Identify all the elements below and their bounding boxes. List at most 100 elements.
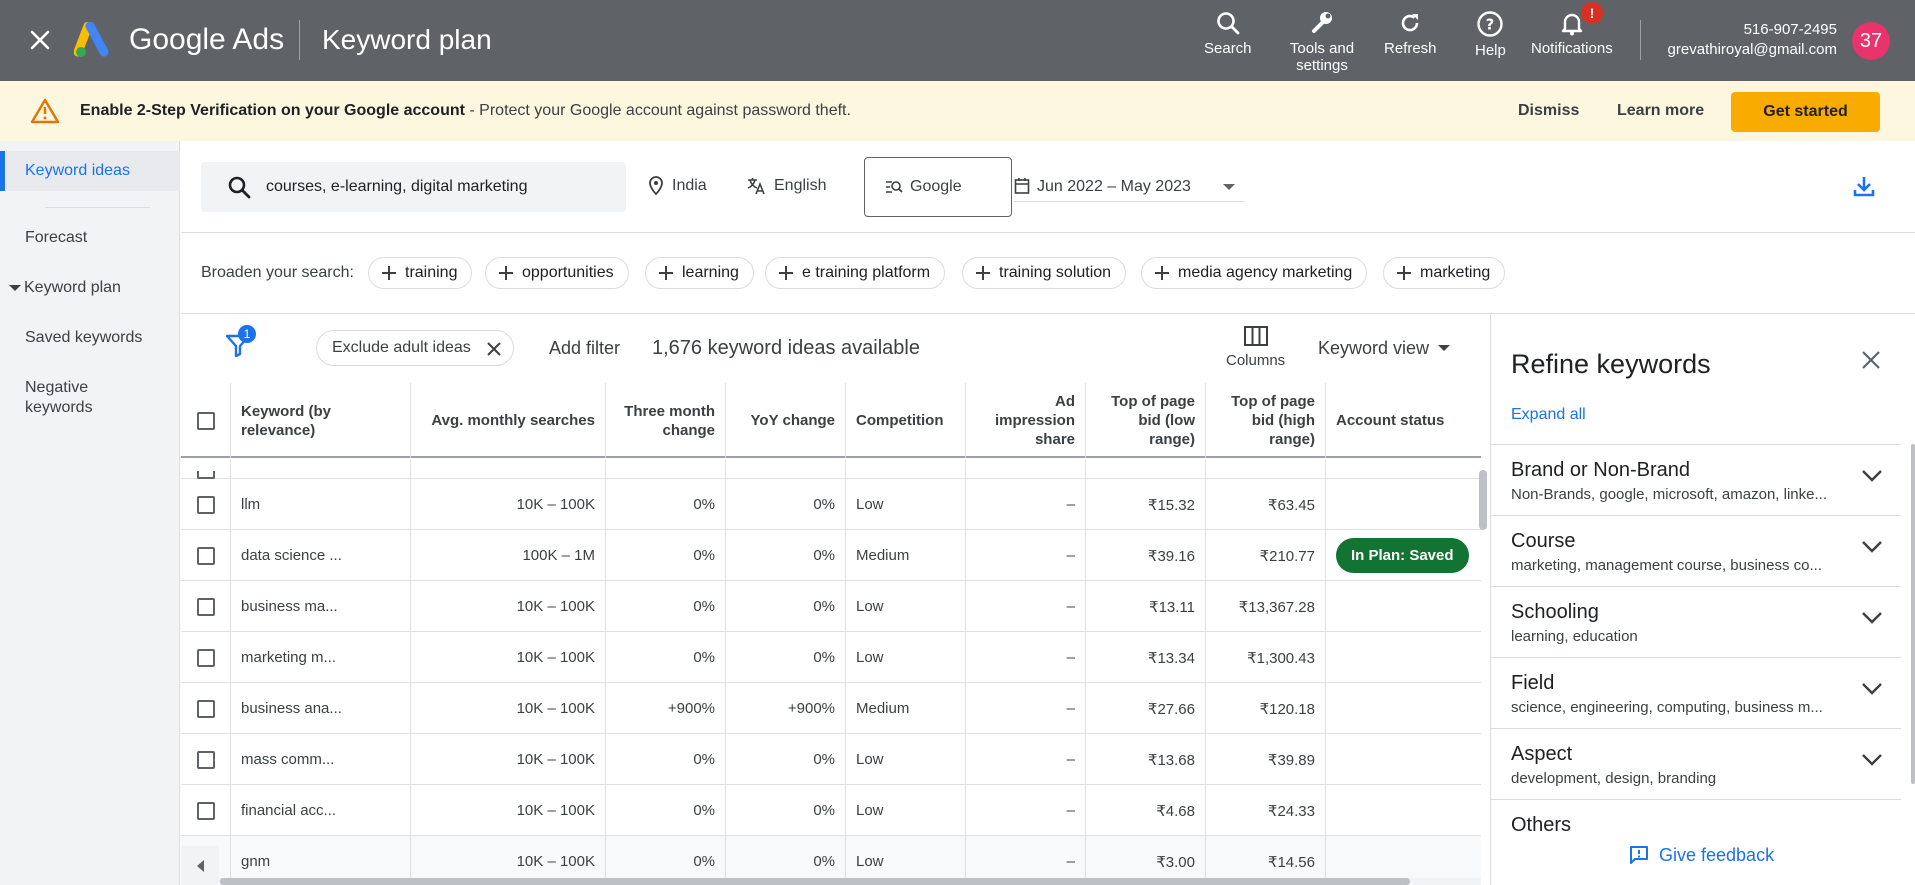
plus-icon [779, 266, 793, 280]
give-feedback-link[interactable]: Give feedback [1629, 844, 1829, 866]
broaden-chip[interactable]: opportunities [485, 257, 629, 289]
in-plan-saved-badge[interactable]: In Plan: Saved [1336, 538, 1469, 573]
nav-item-negative-keywords[interactable]: Negative keywords [0, 378, 120, 418]
refine-group-subtitle: Non-Brands, google, microsoft, amazon, l… [1511, 486, 1827, 503]
help-button[interactable]: ? Help [1475, 10, 1506, 59]
column-header-competition[interactable]: Competition [846, 383, 966, 458]
refine-group-field[interactable]: Field science, engineering, computing, b… [1491, 658, 1901, 729]
table-row[interactable]: data science ... 100K – 1M 0% 0% Medium … [181, 530, 1481, 581]
avatar[interactable]: 37 [1852, 22, 1890, 60]
low-bid-cell: ₹4.68 [1086, 785, 1206, 836]
keyword-cell[interactable]: financial acc... [231, 785, 411, 836]
table-row[interactable]: marketing m... 10K – 100K 0% 0% Low – ₹1… [181, 632, 1481, 683]
row-checkbox[interactable] [196, 546, 215, 565]
refine-group-course[interactable]: Course marketing, management course, bus… [1491, 516, 1901, 587]
table-row[interactable]: llm 10K – 100K 0% 0% Low – ₹15.32 ₹63.45 [181, 479, 1481, 530]
yoy-cell: +900% [726, 683, 846, 734]
three-month-cell: 0% [606, 632, 726, 683]
close-panel-button[interactable] [1860, 349, 1882, 376]
notification-badge: ! [1581, 2, 1603, 24]
learn-more-button[interactable]: Learn more [1617, 99, 1704, 123]
scroll-left-button[interactable] [181, 846, 219, 885]
plus-icon [499, 266, 513, 280]
refine-panel-scrollbar[interactable] [1911, 444, 1915, 784]
caret-down-icon [9, 284, 21, 291]
refine-group-others[interactable]: Others [1491, 800, 1901, 844]
refine-group-subtitle: learning, education [1511, 628, 1638, 645]
expand-all-link[interactable]: Expand all [1511, 405, 1586, 425]
keyword-cell[interactable]: llm [231, 479, 411, 530]
refine-group-aspect[interactable]: Aspect development, design, branding [1491, 729, 1901, 800]
get-started-button[interactable]: Get started [1731, 92, 1880, 132]
broaden-chip-label: learning [682, 264, 739, 281]
column-header-top-bid-high[interactable]: Top of page bid (high range) [1206, 383, 1326, 458]
broaden-chip[interactable]: e training platform [765, 257, 946, 289]
exclude-adult-ideas-chip[interactable]: Exclude adult ideas [316, 330, 514, 366]
row-checkbox[interactable] [196, 471, 215, 479]
column-header-keyword[interactable]: Keyword (by relevance) [231, 383, 411, 458]
search-input[interactable]: courses, e-learning, digital marketing [201, 162, 626, 212]
cell [846, 460, 966, 479]
broaden-chip[interactable]: media agency marketing [1141, 257, 1368, 289]
column-header-account-status[interactable]: Account status [1326, 383, 1481, 458]
column-header-avg-monthly-searches[interactable]: Avg. monthly searches [411, 383, 606, 458]
row-checkbox[interactable] [196, 648, 215, 667]
refine-group-brand[interactable]: Brand or Non-Brand Non-Brands, google, m… [1491, 445, 1901, 516]
row-checkbox[interactable] [196, 495, 215, 514]
column-header-three-month-change[interactable]: Three month change [606, 383, 726, 458]
broaden-chip[interactable]: marketing [1383, 257, 1506, 289]
keyword-cell[interactable]: marketing m... [231, 632, 411, 683]
close-icon[interactable] [24, 24, 56, 56]
nav-item-keyword-plan[interactable]: Keyword plan [0, 278, 180, 298]
broaden-chip[interactable]: training [368, 257, 473, 289]
row-checkbox[interactable] [196, 801, 215, 820]
table-vertical-scrollbar[interactable] [1479, 470, 1487, 530]
column-header-ad-impression-share[interactable]: Ad impression share [966, 383, 1086, 458]
table-row[interactable]: business ma... 10K – 100K 0% 0% Low – ₹1… [181, 581, 1481, 632]
date-range-selector[interactable]: Jun 2022 – May 2023 [1014, 170, 1244, 202]
network-selector[interactable]: Google [864, 157, 1012, 217]
table-row[interactable]: financial acc... 10K – 100K 0% 0% Low – … [181, 785, 1481, 836]
add-filter-button[interactable]: Add filter [549, 337, 620, 359]
keyword-cell[interactable]: mass comm... [231, 734, 411, 785]
broaden-chip-label: opportunities [522, 264, 614, 281]
row-checkbox[interactable] [196, 597, 215, 616]
refine-group-schooling[interactable]: Schooling learning, education [1491, 587, 1901, 658]
columns-button[interactable]: Columns [1226, 326, 1285, 370]
table-row[interactable]: business ana... 10K – 100K +900% +900% M… [181, 683, 1481, 734]
download-button[interactable] [1852, 174, 1876, 203]
tools-and-settings-button[interactable]: Tools and settings [1286, 10, 1358, 74]
broaden-chip[interactable]: training solution [962, 257, 1127, 289]
location-selector[interactable]: India [648, 174, 707, 198]
keyword-cell[interactable]: business ma... [231, 581, 411, 632]
table-horizontal-scrollbar[interactable] [220, 878, 1410, 885]
keyword-cell[interactable]: data science ... [231, 530, 411, 581]
nav-item-saved-keywords[interactable]: Saved keywords [0, 328, 180, 348]
nav-item-label: Keyword plan [24, 279, 121, 296]
nav-item-forecast[interactable]: Forecast [0, 228, 180, 248]
avg-searches-cell: 10K – 100K [411, 581, 606, 632]
keyword-view-selector[interactable]: Keyword view [1318, 337, 1451, 359]
cell [231, 460, 411, 479]
select-all-checkbox[interactable] [196, 411, 215, 430]
avg-searches-cell: 10K – 100K [411, 734, 606, 785]
row-checkbox[interactable] [196, 699, 215, 718]
remove-filter-icon[interactable] [487, 342, 501, 356]
broaden-chip[interactable]: learning [645, 257, 754, 289]
refresh-label: Refresh [1384, 40, 1437, 57]
table-row[interactable]: mass comm... 10K – 100K 0% 0% Low – ₹13.… [181, 734, 1481, 785]
column-header-top-bid-low[interactable]: Top of page bid (low range) [1086, 383, 1206, 458]
row-checkbox[interactable] [196, 750, 215, 769]
nav-item-keyword-ideas[interactable]: Keyword ideas [0, 151, 180, 191]
column-header-yoy-change[interactable]: YoY change [726, 383, 846, 458]
keyword-cell[interactable]: business ana... [231, 683, 411, 734]
account-info[interactable]: 516-907-2495 grevathiroyal@gmail.com [1668, 20, 1837, 60]
yoy-cell: 0% [726, 581, 846, 632]
refresh-button[interactable]: Refresh [1384, 10, 1437, 57]
location-pin-icon [649, 176, 663, 196]
dismiss-button[interactable]: Dismiss [1518, 99, 1579, 123]
search-button[interactable]: Search [1204, 10, 1252, 57]
language-selector[interactable]: English [746, 174, 826, 198]
refine-keywords-panel: Refine keywords Expand all Brand or Non-… [1490, 314, 1915, 885]
divider [1640, 20, 1641, 60]
